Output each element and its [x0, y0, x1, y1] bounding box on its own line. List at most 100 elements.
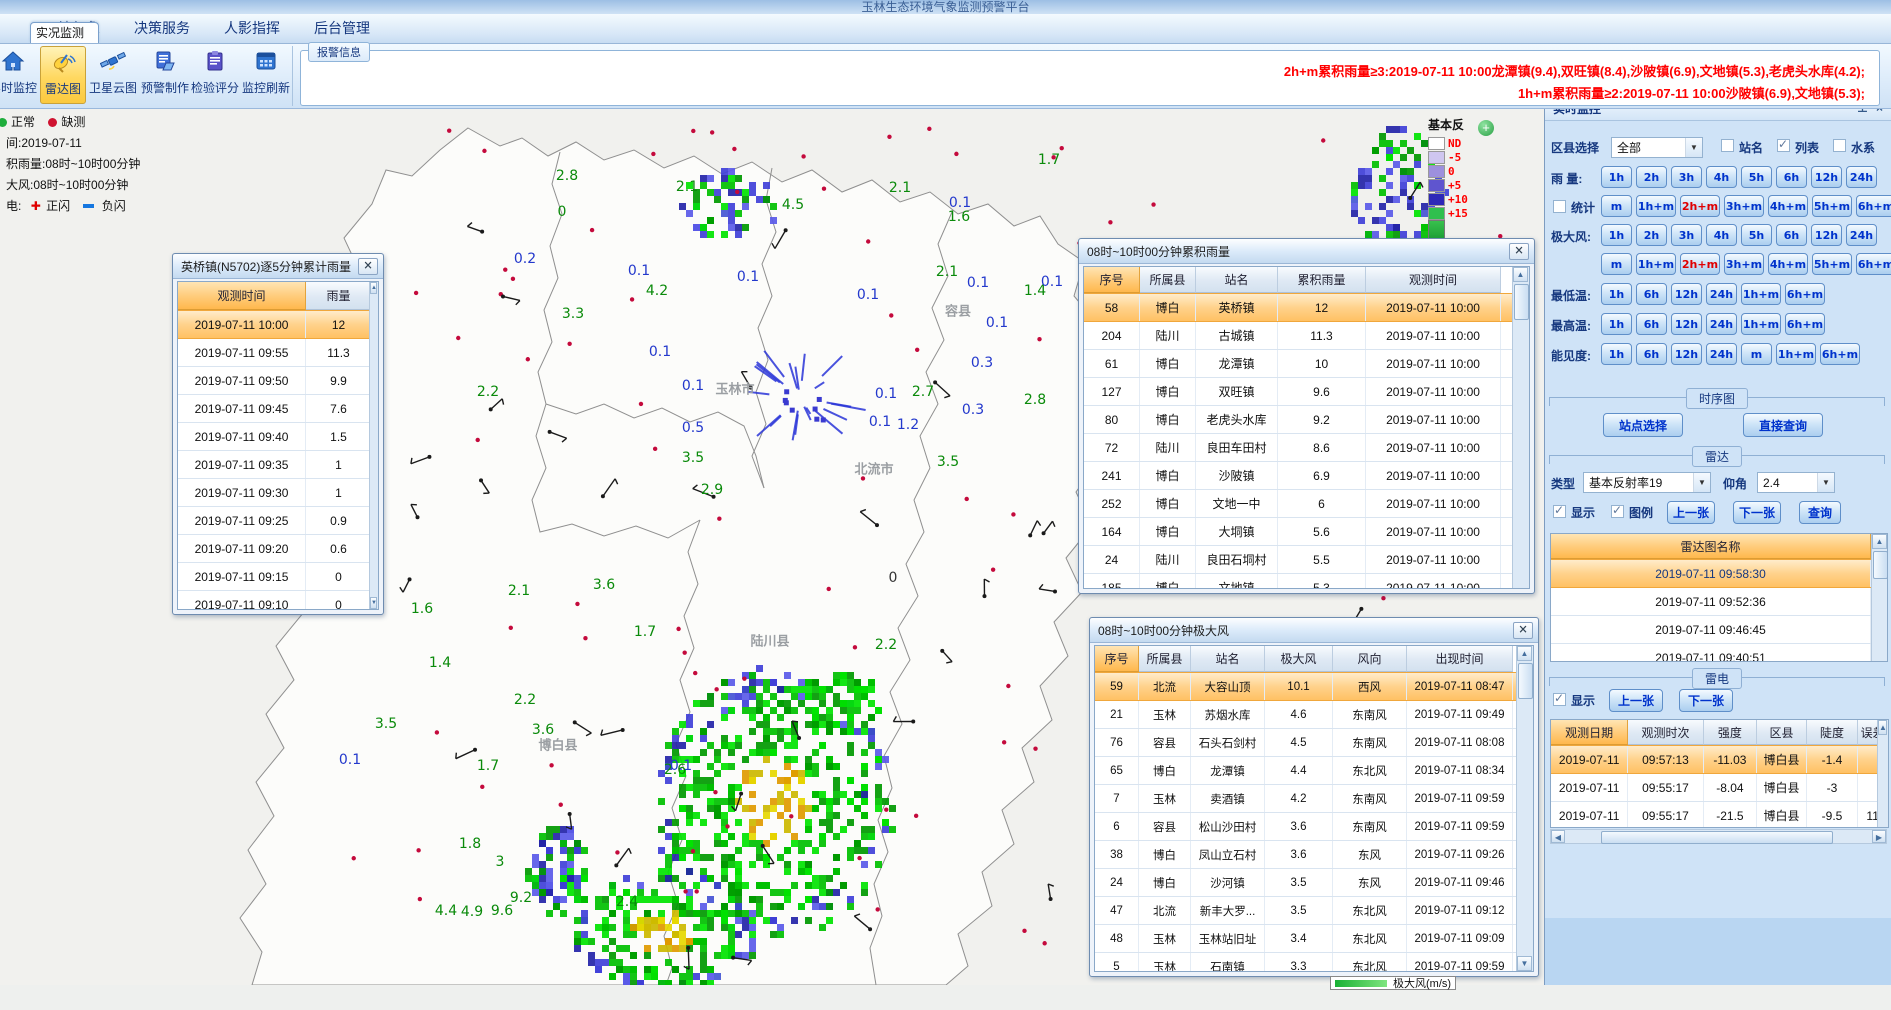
accum-rain-row[interactable]: 164博白大垌镇5.62019-07-11 10:00 — [1084, 518, 1529, 546]
stat-checkbox[interactable] — [1553, 200, 1566, 213]
range-button-4h[interactable]: 4h — [1706, 166, 1737, 188]
scroll-thumb[interactable] — [1873, 551, 1888, 579]
radar-show-checkbox[interactable] — [1553, 505, 1566, 518]
chevron-down-icon[interactable]: ▼ — [1685, 138, 1702, 157]
range-button-6h[interactable]: 6h — [1776, 166, 1807, 188]
range-button-1h+m[interactable]: 1h+m — [1741, 283, 1781, 305]
range-button-m[interactable]: m — [1601, 195, 1632, 217]
range-button-4h+m[interactable]: 4h+m — [1768, 253, 1808, 275]
col-accum[interactable]: 累积雨量 — [1278, 267, 1366, 293]
toolbar-button-5[interactable]: 检验评分 — [190, 46, 240, 104]
range-button-m[interactable]: m — [1601, 253, 1632, 275]
toolbar-button-6[interactable]: 监控刷新 — [240, 46, 292, 104]
lightning-h-scrollbar[interactable]: ◀ ▶ — [1550, 829, 1887, 844]
range-button-1h+m[interactable]: 1h+m — [1776, 343, 1816, 365]
scroll-thumb[interactable] — [1601, 831, 1833, 844]
close-icon[interactable]: 🗙 — [1509, 243, 1529, 260]
extreme-wind-row[interactable]: 6容县松山沙田村3.6东南风2019-07-11 09:59 — [1095, 813, 1533, 841]
radar-next-button[interactable]: 下一张 — [1733, 501, 1781, 524]
extreme-wind-row[interactable]: 24博白沙河镇3.5东风2019-07-11 09:46 — [1095, 869, 1533, 897]
range-button-1h[interactable]: 1h — [1601, 283, 1632, 305]
lightning-v-scrollbar[interactable]: ▲ — [1877, 720, 1888, 827]
legend-add-button[interactable]: + — [1478, 120, 1494, 136]
accum-rain-window[interactable]: 08时~10时00分钟累积雨量 🗙 序号 所属县 站名 累积雨量 观测时间 58… — [1078, 238, 1535, 594]
range-button-6h+m[interactable]: 6h+m — [1785, 313, 1825, 335]
col-county[interactable]: 所属县 — [1139, 646, 1191, 672]
station-rain-row[interactable]: 2019-07-11 09:5511.3 — [178, 339, 378, 367]
accum-rain-row[interactable]: 252博白文地一中62019-07-11 10:00 — [1084, 490, 1529, 518]
radar-type-select[interactable]: 基本反射率19 ▼ — [1583, 472, 1711, 493]
radar-prev-button[interactable]: 上一张 — [1667, 501, 1715, 524]
station-name-checkbox[interactable] — [1721, 139, 1734, 152]
range-button-6h[interactable]: 6h — [1636, 313, 1667, 335]
lightning-next-button[interactable]: 下一张 — [1679, 689, 1733, 712]
range-button-2h+m[interactable]: 2h+m — [1680, 253, 1720, 275]
col-district[interactable]: 区县 — [1757, 720, 1807, 745]
range-button-4h+m[interactable]: 4h+m — [1768, 195, 1808, 217]
col-direction[interactable]: 风向 — [1333, 646, 1407, 672]
range-button-2h[interactable]: 2h — [1636, 166, 1667, 188]
range-button-24h[interactable]: 24h — [1846, 166, 1877, 188]
range-button-12h[interactable]: 12h — [1811, 166, 1842, 188]
col-obs-date[interactable]: 观测日期 — [1551, 720, 1628, 745]
station-rain-row[interactable]: 2019-07-11 09:457.6 — [178, 395, 378, 423]
col-index[interactable]: 序号 — [1084, 267, 1140, 293]
radar-query-button[interactable]: 查询 — [1799, 501, 1841, 524]
extreme-wind-row[interactable]: 47北流新丰大罗...3.5东北风2019-07-11 09:12 — [1095, 897, 1533, 925]
extreme-wind-row[interactable]: 48玉林玉林站旧址3.4东北风2019-07-11 09:09 — [1095, 925, 1533, 953]
range-button-6h[interactable]: 6h — [1636, 283, 1667, 305]
accum-rain-row[interactable]: 185博白文地镇5.32019-07-11 10:00 — [1084, 574, 1529, 589]
accum-rain-row[interactable]: 58博白英桥镇122019-07-11 10:00 — [1084, 293, 1529, 322]
close-icon[interactable]: 🗙 — [358, 258, 378, 275]
range-button-24h[interactable]: 24h — [1706, 343, 1737, 365]
range-button-5h[interactable]: 5h — [1741, 166, 1772, 188]
col-rain[interactable]: 雨量 — [306, 282, 372, 310]
lightning-row[interactable]: 2019-07-1109:55:17-8.04博白县-3 — [1551, 774, 1888, 802]
close-icon[interactable]: 🗙 — [1513, 622, 1533, 639]
toolbar-button-1[interactable]: 实时监控 — [0, 46, 40, 104]
range-button-2h+m[interactable]: 2h+m — [1680, 195, 1720, 217]
range-button-3h[interactable]: 3h — [1671, 224, 1702, 246]
extreme-wind-row[interactable]: 5玉林石南镇3.3东北风2019-07-11 09:59 — [1095, 953, 1533, 972]
accum-rain-row[interactable]: 24陆川良田石垌村5.52019-07-11 10:00 — [1084, 546, 1529, 574]
scroll-thumb[interactable] — [1518, 663, 1533, 699]
station-select-button[interactable]: 站点选择 — [1603, 413, 1683, 437]
col-obs-time[interactable]: 观测时次 — [1628, 720, 1703, 745]
scroll-up-icon[interactable]: ▲ — [1878, 720, 1887, 735]
range-button-12h[interactable]: 12h — [1671, 283, 1702, 305]
range-button-5h[interactable]: 5h — [1741, 224, 1772, 246]
col-county[interactable]: 所属县 — [1140, 267, 1196, 293]
station-rain-row[interactable]: 2019-07-11 09:200.6 — [178, 535, 378, 563]
range-button-6h+m[interactable]: 6h+m — [1785, 283, 1825, 305]
range-button-5h+m[interactable]: 5h+m — [1812, 195, 1852, 217]
col-station[interactable]: 站名 — [1196, 267, 1278, 293]
scroll-left-icon[interactable]: ◀ — [1551, 830, 1565, 843]
list-checkbox[interactable] — [1777, 139, 1790, 152]
range-button-m[interactable]: m — [1741, 343, 1772, 365]
range-button-6h+m[interactable]: 6h+m — [1820, 343, 1860, 365]
station-rain-window[interactable]: 英桥镇(N5702)逐5分钟累计雨量 🗙 观测时间 雨量 2019-07-11 … — [172, 253, 384, 615]
lightning-prev-button[interactable]: 上一张 — [1609, 689, 1663, 712]
range-button-5h+m[interactable]: 5h+m — [1812, 253, 1852, 275]
scroll-thumb[interactable] — [1514, 284, 1529, 320]
toolbar-button-4[interactable]: 预警制作 — [140, 46, 190, 104]
station-rain-window-titlebar[interactable]: 英桥镇(N5702)逐5分钟累计雨量 🗙 — [173, 254, 383, 279]
col-wind[interactable]: 极大风 — [1265, 646, 1333, 672]
scroll-down-icon[interactable]: ▼ — [1517, 956, 1532, 971]
elevation-select[interactable]: 2.4 ▼ — [1757, 472, 1835, 493]
range-button-6h+m[interactable]: 6h+m — [1856, 195, 1891, 217]
accum-rain-row[interactable]: 241博白沙陂镇6.92019-07-11 10:00 — [1084, 462, 1529, 490]
range-button-1h[interactable]: 1h — [1601, 166, 1632, 188]
col-obs-time[interactable]: 观测时间 — [178, 282, 306, 310]
station-rain-row[interactable]: 2019-07-11 09:401.5 — [178, 423, 378, 451]
range-button-1h+m[interactable]: 1h+m — [1636, 253, 1676, 275]
river-checkbox[interactable] — [1833, 139, 1846, 152]
extreme-wind-window[interactable]: 08时~10时00分钟极大风 🗙 序号 所属县 站名 极大风 风向 出现时间 5… — [1089, 617, 1539, 977]
range-button-3h+m[interactable]: 3h+m — [1724, 253, 1764, 275]
station-rain-row[interactable]: 2019-07-11 09:100 — [178, 591, 378, 610]
window-titlebar[interactable]: 玉林生态环境气象监测预警平台 — [0, 0, 1891, 14]
col-station[interactable]: 站名 — [1191, 646, 1265, 672]
menu-tab[interactable]: 后台管理 — [300, 14, 384, 43]
range-button-4h[interactable]: 4h — [1706, 224, 1737, 246]
radar-list-header[interactable]: 雷达图名称 — [1551, 534, 1871, 559]
